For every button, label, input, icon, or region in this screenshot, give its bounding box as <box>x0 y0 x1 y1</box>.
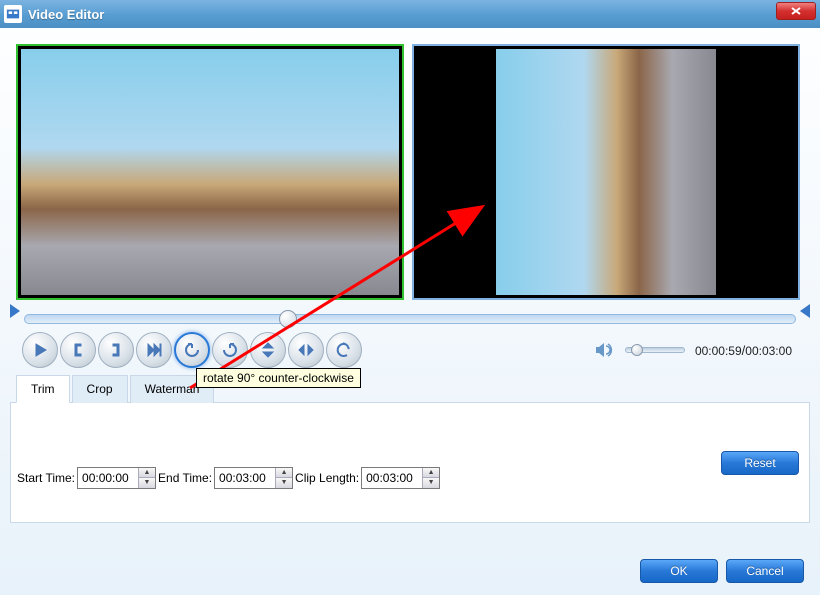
time-display: 00:00:59/00:03:00 <box>695 343 798 358</box>
end-time-down[interactable]: ▼ <box>276 478 292 488</box>
end-time-label: End Time: <box>158 471 212 485</box>
preview-rotated <box>412 44 800 300</box>
start-time-up[interactable]: ▲ <box>139 468 155 478</box>
tab-crop[interactable]: Crop <box>72 375 128 403</box>
reset-button[interactable]: Reset <box>721 451 799 475</box>
cancel-button[interactable]: Cancel <box>726 559 804 583</box>
rotated-frame <box>417 49 795 295</box>
jump-frame-button[interactable] <box>136 332 172 368</box>
clip-length-input[interactable] <box>362 468 422 488</box>
volume-slider[interactable] <box>625 347 685 353</box>
close-button[interactable] <box>776 2 816 20</box>
titlebar: Video Editor <box>0 0 820 28</box>
main-content: rotate 90° counter-clockwise 00:00:59/00… <box>0 28 820 595</box>
start-time-input[interactable] <box>78 468 138 488</box>
app-icon <box>4 5 22 23</box>
trim-panel: Start Time: ▲ ▼ End Time: ▲ ▼ Clip Lengt… <box>10 403 810 523</box>
start-time-spinner: ▲ ▼ <box>77 467 156 489</box>
timeline <box>10 306 810 328</box>
flip-horizontal-button[interactable] <box>288 332 324 368</box>
end-time-input[interactable] <box>215 468 275 488</box>
timeline-end-marker[interactable] <box>800 304 810 318</box>
ok-button[interactable]: OK <box>640 559 718 583</box>
clip-length-label: Clip Length: <box>295 471 359 485</box>
preview-area <box>10 38 810 306</box>
flip-vertical-button[interactable] <box>250 332 286 368</box>
rotate-ccw-button[interactable] <box>174 332 210 368</box>
timeline-track[interactable] <box>24 314 796 324</box>
mark-in-button[interactable] <box>60 332 96 368</box>
original-frame <box>21 49 399 295</box>
window-title: Video Editor <box>28 7 104 22</box>
start-time-label: Start Time: <box>17 471 75 485</box>
tab-trim[interactable]: Trim <box>16 375 70 403</box>
play-button[interactable] <box>22 332 58 368</box>
rotate-cw-button[interactable] <box>212 332 248 368</box>
volume-icon[interactable] <box>591 338 615 362</box>
dialog-buttons: OK Cancel <box>640 559 804 583</box>
undo-button[interactable] <box>326 332 362 368</box>
end-time-up[interactable]: ▲ <box>276 468 292 478</box>
playback-controls: rotate 90° counter-clockwise 00:00:59/00… <box>10 328 810 372</box>
clip-length-down[interactable]: ▼ <box>423 478 439 488</box>
timeline-thumb[interactable] <box>279 310 297 328</box>
clip-length-spinner: ▲ ▼ <box>361 467 440 489</box>
clip-length-up[interactable]: ▲ <box>423 468 439 478</box>
preview-original <box>16 44 404 300</box>
tabs: Trim Crop Waterman <box>10 374 810 403</box>
time-total: 00:03:00 <box>745 344 792 358</box>
tooltip: rotate 90° counter-clockwise <box>196 368 361 388</box>
end-time-spinner: ▲ ▼ <box>214 467 293 489</box>
mark-out-button[interactable] <box>98 332 134 368</box>
volume-thumb[interactable] <box>631 344 643 356</box>
timeline-start-marker[interactable] <box>10 304 20 318</box>
start-time-down[interactable]: ▼ <box>139 478 155 488</box>
time-current: 00:00:59 <box>695 344 742 358</box>
